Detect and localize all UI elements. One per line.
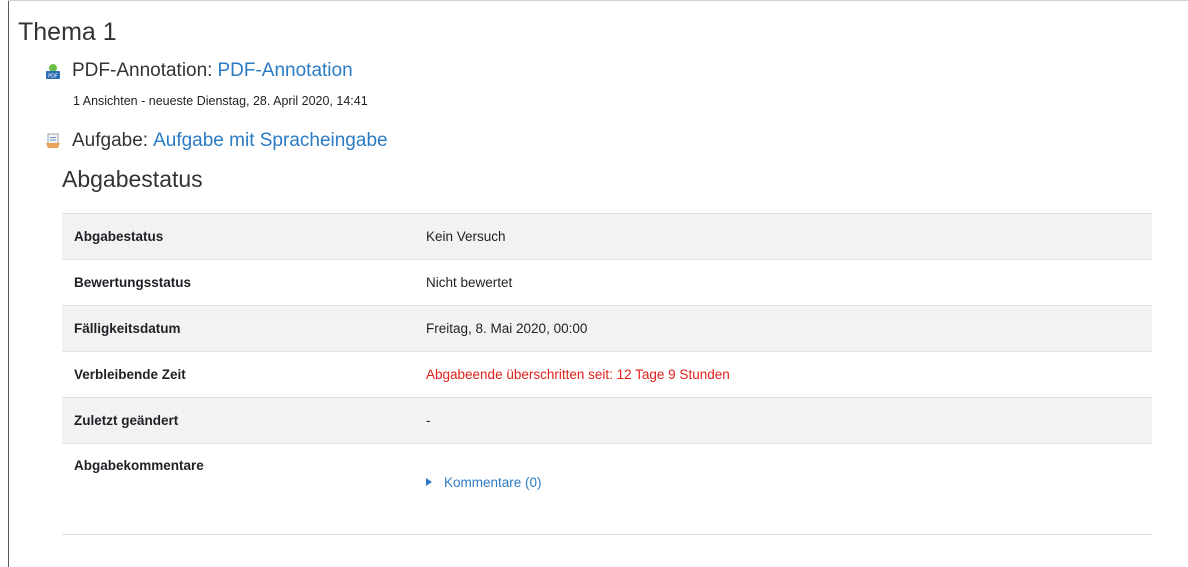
row-label: Bewertungsstatus — [62, 259, 414, 306]
comments-link-label: Kommentare (0) — [444, 474, 542, 490]
pdf-annotation-icon: PDF — [44, 62, 62, 80]
table-row: Abgabekommentare Kommentare (0) — [62, 443, 1152, 535]
comments-toggle[interactable]: Kommentare (0) — [426, 475, 542, 490]
activity-pdf-annotation: PDF PDF-Annotation: PDF-Annotation — [44, 60, 353, 82]
row-label: Fälligkeitsdatum — [62, 305, 414, 352]
activity-assignment: Aufgabe: Aufgabe mit Spracheingabe — [44, 130, 388, 152]
table-row: Zuletzt geändert - — [62, 397, 1152, 444]
row-value: Freitag, 8. Mai 2020, 00:00 — [414, 305, 1152, 352]
table-row: Abgabestatus Kein Versuch — [62, 213, 1152, 260]
comments-cell: Kommentare (0) — [414, 443, 1152, 535]
section-title: Thema 1 — [18, 18, 117, 46]
activity-views-info: 1 Ansichten - neueste Dienstag, 28. Apri… — [73, 94, 368, 108]
submission-status-heading: Abgabestatus — [62, 166, 203, 192]
row-value: - — [414, 397, 1152, 444]
row-value: Kein Versuch — [414, 213, 1152, 260]
table-row: Bewertungsstatus Nicht bewertet — [62, 259, 1152, 306]
row-value: Nicht bewertet — [414, 259, 1152, 306]
assignment-icon — [44, 132, 62, 150]
row-label: Abgabekommentare — [62, 443, 414, 535]
assignment-link[interactable]: Aufgabe mit Spracheingabe — [153, 130, 388, 152]
table-row: Fälligkeitsdatum Freitag, 8. Mai 2020, 0… — [62, 305, 1152, 352]
row-label: Zuletzt geändert — [62, 397, 414, 444]
frame-border-left — [8, 0, 9, 567]
time-remaining-overdue: Abgabeende überschritten seit: 12 Tage 9… — [414, 351, 1152, 398]
activity-type-label: PDF-Annotation: — [72, 60, 213, 81]
row-label: Abgabestatus — [62, 213, 414, 260]
svg-text:PDF: PDF — [48, 74, 58, 80]
caret-right-icon — [426, 478, 432, 486]
row-label: Verbleibende Zeit — [62, 351, 414, 398]
frame-border-top — [8, 0, 1188, 1]
submission-status-table: Abgabestatus Kein Versuch Bewertungsstat… — [62, 213, 1152, 535]
pdf-annotation-link[interactable]: PDF-Annotation — [217, 60, 352, 82]
activity-type-label: Aufgabe: — [72, 130, 149, 151]
table-row: Verbleibende Zeit Abgabeende überschritt… — [62, 351, 1152, 398]
